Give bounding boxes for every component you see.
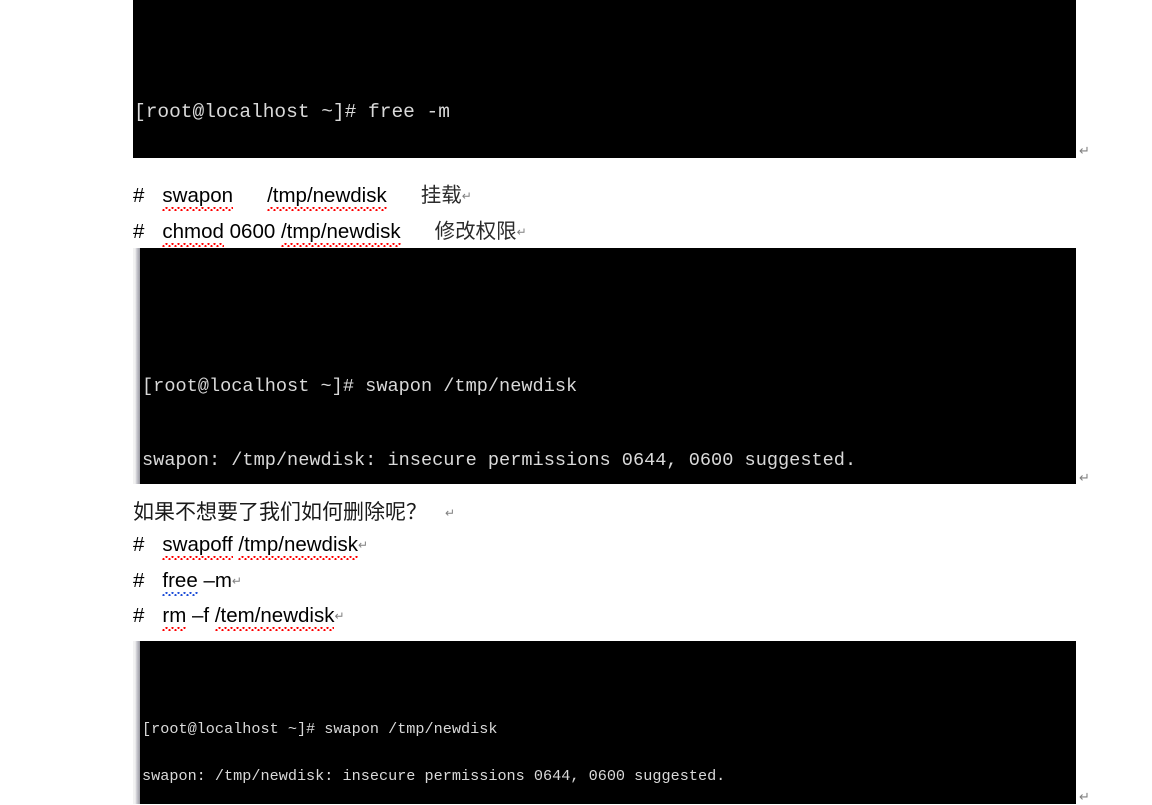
terminal-3-line-1: swapon: /tmp/newdisk: insecure permissio… [142,766,726,785]
return-mark-swapoff: ↵ [358,538,369,552]
paragraph-mark-1: ↵ [1079,143,1090,158]
flag-rm: –f [192,604,210,627]
text-line-chmod: # chmod 0600 /tmp/newdisk 修改权限↵ [133,214,527,247]
cmd-swapon: swapon [162,184,234,211]
annotation-permissions: 修改权限 [434,221,517,243]
question-text: 如果不想要了我们如何删除呢？ [133,500,427,524]
terminal-2-line-1: swapon: /tmp/newdisk: insecure permissio… [142,449,857,471]
return-mark-swapon: ↵ [461,189,472,203]
return-mark-question: ↵ [445,506,456,520]
mode-chmod: 0600 [229,220,276,243]
annotation-mount: 挂载 [420,185,462,207]
return-mark-free: ↵ [231,574,242,588]
cmd-swapoff: swapoff [162,533,233,560]
hash-prefix-chmod: # [133,220,145,243]
text-line-rm: # rm –f /tem/newdisk↵ [133,604,345,631]
terminal-1-content: [root@localhost ~]# free -m total used f… [133,48,1076,158]
hash-prefix-swapoff: # [133,533,145,556]
cmd-rm: rm [162,604,187,631]
terminal-3-line-0: [root@localhost ~]# swapon /tmp/newdisk [142,719,498,738]
path-rm: /tem/newdisk [214,604,335,631]
text-line-question: 如果不想要了我们如何删除呢？ ↵ [133,496,455,526]
cmd-chmod: chmod [162,220,224,247]
path-swapon: /tmp/newdisk [267,184,387,211]
return-mark-rm: ↵ [334,609,345,623]
paragraph-mark-2: ↵ [1079,470,1090,485]
path-swapoff: /tmp/newdisk [238,533,359,560]
cmd-free: free [162,569,199,596]
hash-prefix-rm: # [133,604,145,627]
return-mark-chmod: ↵ [516,225,527,239]
terminal-3-content: [root@localhost ~]# swapon /tmp/newdisk … [133,688,1076,804]
text-line-swapon: # swapon/tmp/newdisk 挂载↵ [133,178,472,211]
hash-prefix-free: # [133,569,145,592]
paragraph-mark-3: ↵ [1079,789,1090,804]
hash-prefix-swapon: # [133,184,145,207]
terminal-output-3: [root@localhost ~]# swapon /tmp/newdisk … [133,641,1076,804]
path-chmod: /tmp/newdisk [280,220,401,247]
text-line-swapoff: # swapoff /tmp/newdisk↵ [133,533,369,560]
terminal-output-1: [root@localhost ~]# free -m total used f… [133,0,1076,158]
flag-free: –m [203,569,232,592]
terminal-2-content: [root@localhost ~]# swapon /tmp/newdisk … [133,322,1076,484]
terminal-1-line-0: [root@localhost ~]# free -m [134,100,450,123]
document-page: [root@localhost ~]# free -m total used f… [0,0,1152,804]
terminal-output-2: [root@localhost ~]# swapon /tmp/newdisk … [133,248,1076,484]
terminal-2-line-0: [root@localhost ~]# swapon /tmp/newdisk [142,375,578,397]
text-line-free: # free –m↵ [133,569,242,596]
